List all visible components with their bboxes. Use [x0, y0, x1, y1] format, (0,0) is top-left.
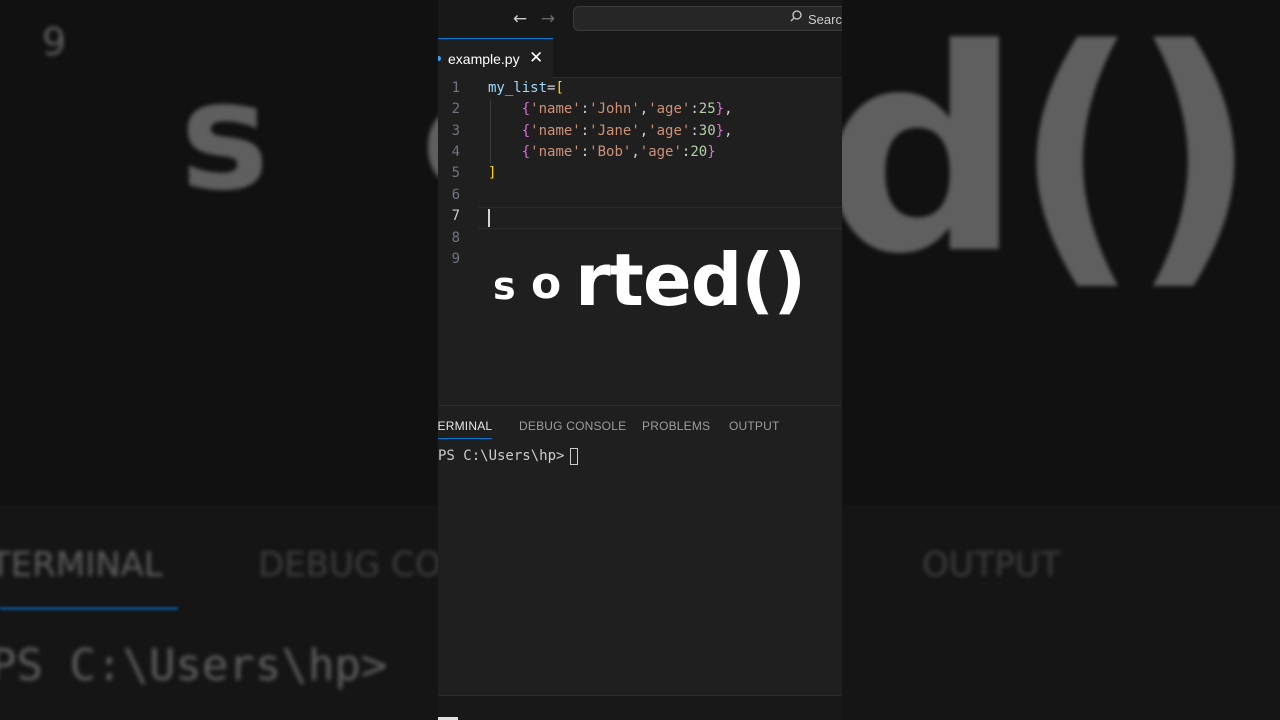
line-number: 4 [451, 144, 460, 160]
background-panel [842, 505, 1280, 720]
tab-example-py[interactable]: example.py ✕ [438, 38, 553, 78]
line-number: 8 [451, 230, 460, 246]
status-bar [438, 695, 842, 720]
line-number: 3 [451, 123, 460, 139]
caption-letter: s [493, 264, 516, 308]
line-number: 2 [451, 101, 460, 117]
terminal-cursor [570, 448, 578, 465]
arrow-left-icon[interactable]: ← [510, 9, 530, 29]
background-right-blur: d() OUTPUT [842, 0, 1280, 720]
background-caption-fragment: d() [842, 0, 1258, 316]
tab-debug-console[interactable]: DEBUG CONSOLE [519, 419, 626, 433]
background-caption-fragment: s o [180, 50, 438, 224]
terminal-prompt[interactable]: PS C:\Users\hp> [438, 448, 573, 464]
code-line: {'name':'John','age':25}, [521, 101, 733, 117]
close-icon[interactable]: ✕ [529, 48, 543, 68]
current-line-highlight [478, 207, 842, 229]
line-number: 9 [451, 251, 460, 267]
line-number: 5 [451, 165, 460, 181]
background-terminal-tab: TERMINAL [0, 545, 163, 585]
background-debug-tab: DEBUG CO [258, 545, 438, 585]
code-line: my_list=[ [488, 80, 564, 96]
background-prompt: PS C:\Users\hp> [0, 640, 388, 691]
title-bar: ← → Search [438, 0, 842, 38]
arrow-right-icon[interactable]: → [538, 9, 558, 29]
background-left-blur: 9 s o TERMINAL DEBUG CO PS C:\Users\hp> [0, 0, 438, 720]
search-icon [790, 10, 802, 22]
vscode-window: ← → Search example.py ✕ 1 2 3 4 5 6 7 8 … [438, 0, 842, 720]
background-line-number: 9 [42, 20, 67, 64]
tab-output[interactable]: OUTPUT [729, 419, 780, 433]
line-number-active: 7 [451, 208, 460, 224]
tab-terminal[interactable]: TERMINAL [438, 419, 492, 433]
code-line: {'name':'Jane','age':30}, [521, 123, 733, 139]
line-number: 6 [451, 187, 460, 203]
bottom-panel: TERMINAL DEBUG CONSOLE PROBLEMS OUTPUT P… [438, 405, 842, 695]
active-tab-underline [438, 438, 492, 439]
search-label: Search [808, 12, 842, 27]
tab-problems[interactable]: PROBLEMS [642, 419, 710, 433]
background-output-tab: OUTPUT [922, 545, 1061, 585]
tab-filename: example.py [448, 51, 520, 67]
code-line: {'name':'Bob','age':20} [521, 144, 716, 160]
caption-letter: o [531, 258, 562, 309]
text-cursor [488, 209, 490, 227]
background-tab-underline [0, 607, 178, 610]
caption-word: rted() [575, 238, 806, 322]
code-editor[interactable]: 1 2 3 4 5 6 7 8 9 my_list=[ {'name':'Joh… [438, 78, 842, 405]
python-file-icon [438, 56, 441, 61]
line-number: 1 [451, 80, 460, 96]
command-search-box[interactable]: Search [573, 6, 842, 31]
editor-tab-bar: example.py ✕ [438, 38, 842, 78]
code-line: ] [488, 165, 497, 181]
